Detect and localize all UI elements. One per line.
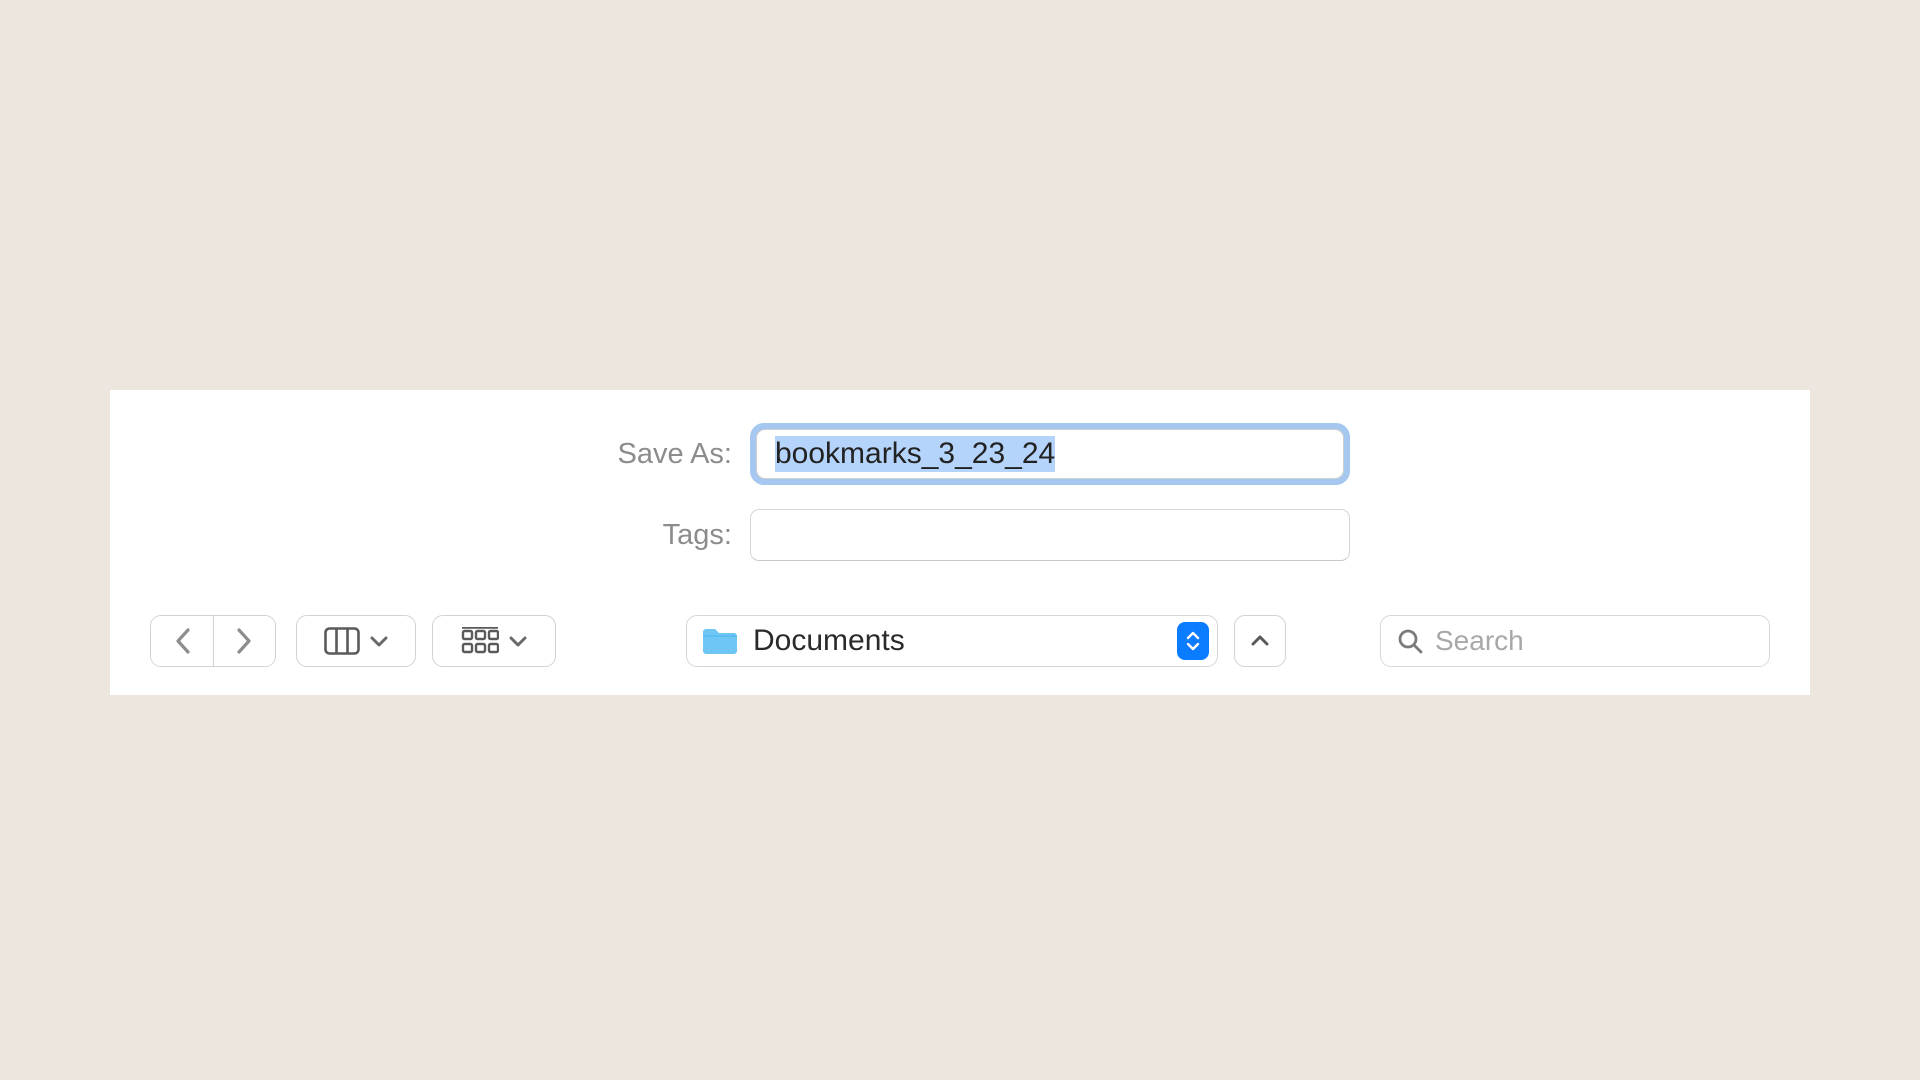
save-dialog: Save As: bookmarks_3_23_24 Tags: (110, 390, 1810, 695)
updown-stepper-icon (1177, 622, 1209, 660)
nav-segment (150, 615, 276, 667)
chevron-up-icon (1250, 635, 1270, 647)
grid-group-icon (461, 627, 499, 655)
tags-input[interactable] (750, 509, 1350, 561)
save-as-value: bookmarks_3_23_24 (775, 436, 1055, 472)
view-mode-button[interactable] (296, 615, 416, 667)
chevron-right-icon (236, 627, 253, 655)
tags-row: Tags: (110, 509, 1810, 561)
search-icon (1397, 628, 1423, 654)
location-popup[interactable]: Documents (686, 615, 1218, 667)
chevron-down-icon (509, 636, 527, 647)
save-as-row: Save As: bookmarks_3_23_24 (110, 423, 1810, 485)
group-by-button[interactable] (432, 615, 556, 667)
location-label: Documents (753, 624, 905, 658)
save-as-label: Save As: (110, 438, 750, 471)
folder-icon (701, 626, 739, 656)
columns-view-icon (324, 627, 360, 655)
chevron-down-icon (370, 636, 388, 647)
save-as-focus-ring: bookmarks_3_23_24 (750, 423, 1350, 485)
forward-button[interactable] (213, 616, 275, 666)
search-input[interactable] (1435, 625, 1796, 657)
chevron-left-icon (174, 627, 191, 655)
save-as-input[interactable]: bookmarks_3_23_24 (756, 429, 1344, 479)
search-field[interactable] (1380, 615, 1770, 667)
tags-label: Tags: (110, 519, 750, 552)
toolbar: Documents (110, 615, 1810, 667)
back-button[interactable] (151, 616, 213, 666)
collapse-button[interactable] (1234, 615, 1286, 667)
